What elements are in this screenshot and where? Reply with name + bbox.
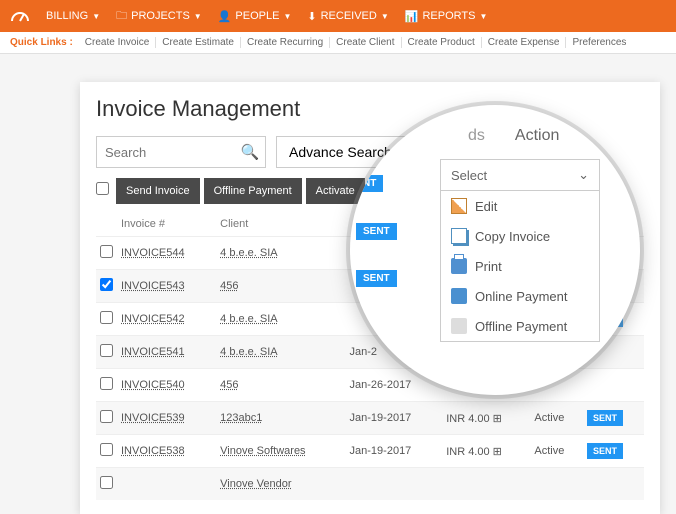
invoice-link[interactable]: INVOICE540 <box>121 379 185 391</box>
row-checkbox[interactable] <box>100 476 113 489</box>
col-invoice: Invoice # <box>117 212 216 237</box>
dropdown-item-label: Offline Payment <box>475 319 567 334</box>
col-client: Client <box>216 212 345 237</box>
nav-billing[interactable]: BILLING▼ <box>38 10 108 22</box>
row-checkbox[interactable] <box>100 410 113 423</box>
offline-payment-icon <box>451 318 467 334</box>
date-cell: Jan-19-2017 <box>346 435 443 468</box>
dropdown-toggle[interactable]: Select⌄ <box>441 160 599 191</box>
date-cell: Jan-19-2017 <box>346 402 443 435</box>
copy-icon <box>451 228 467 244</box>
search-icon[interactable]: 🔍 <box>235 143 265 161</box>
dropdown-item-label: Print <box>475 259 502 274</box>
invoice-link[interactable]: INVOICE541 <box>121 346 185 358</box>
search-box: 🔍 <box>96 136 266 168</box>
edit-icon <box>451 198 467 214</box>
invoice-link[interactable]: INVOICE539 <box>121 412 185 424</box>
status-cell: Active <box>530 435 583 468</box>
search-input[interactable] <box>97 145 235 160</box>
chart-icon: 📊 <box>405 10 419 23</box>
page-title: Invoice Management <box>96 96 644 122</box>
status-badge: SENT <box>587 443 623 459</box>
offline-payment-button[interactable]: Offline Payment <box>204 178 302 204</box>
nav-projects[interactable]: 🗀PROJECTS▼ <box>108 7 210 26</box>
client-link[interactable]: Vinove Softwares <box>220 445 305 457</box>
row-checkbox[interactable] <box>100 344 113 357</box>
dropdown-item[interactable]: Copy Invoice <box>441 221 599 251</box>
ql-preferences[interactable]: Preferences <box>566 37 632 48</box>
ql-create-product[interactable]: Create Product <box>402 37 482 48</box>
row-checkbox[interactable] <box>100 377 113 390</box>
online-payment-icon <box>451 288 467 304</box>
table-row: INVOICE538 Vinove Softwares Jan-19-2017INR… <box>96 435 644 468</box>
amount-cell <box>442 468 530 501</box>
send-invoice-button[interactable]: Send Invoice <box>116 178 200 204</box>
dashboard-icon[interactable] <box>10 9 30 23</box>
date-cell <box>346 468 443 501</box>
status-badge: SENT <box>356 223 397 240</box>
status-badge: NT <box>356 175 383 192</box>
person-icon: 👤 <box>218 10 232 23</box>
client-link[interactable]: 456 <box>220 280 238 292</box>
ql-create-invoice[interactable]: Create Invoice <box>79 37 156 48</box>
dropdown-item-label: Online Payment <box>475 289 568 304</box>
table-row: INVOICE539 123abc1 Jan-19-2017INR 4.00 ⊞Ac… <box>96 402 644 435</box>
nav-received[interactable]: ⬇RECEIVED▼ <box>299 10 396 23</box>
client-link[interactable]: 4 b.e.e. SIA <box>220 313 277 325</box>
row-checkbox[interactable] <box>100 443 113 456</box>
row-checkbox[interactable] <box>100 245 113 258</box>
quick-links-label: Quick Links : <box>10 37 73 48</box>
amount-cell: INR 4.00 ⊞ <box>442 435 530 468</box>
print-icon <box>451 258 467 274</box>
chevron-down-icon: ⌄ <box>578 167 589 183</box>
select-all-checkbox[interactable] <box>96 182 109 195</box>
client-link[interactable]: 4 b.e.e. SIA <box>220 346 277 358</box>
row-checkbox[interactable] <box>100 278 113 291</box>
invoice-link[interactable]: INVOICE543 <box>121 280 185 292</box>
client-link[interactable]: 123abc1 <box>220 412 262 424</box>
client-link[interactable]: 4 b.e.e. SIA <box>220 247 277 259</box>
row-checkbox[interactable] <box>100 311 113 324</box>
dropdown-item[interactable]: Edit <box>441 191 599 221</box>
status-badge: SENT <box>587 410 623 426</box>
status-cell: Active <box>530 402 583 435</box>
folder-icon: 🗀 <box>116 7 127 26</box>
dropdown-item-label: Copy Invoice <box>475 229 550 244</box>
table-row: Vinove Vendor <box>96 468 644 501</box>
dropdown-item[interactable]: Print <box>441 251 599 281</box>
nav-people[interactable]: 👤PEOPLE▼ <box>210 10 300 23</box>
dropdown-item[interactable]: Offline Payment <box>441 311 599 341</box>
action-dropdown: Select⌄ Edit Copy Invoice Print Online Paym… <box>440 159 600 342</box>
top-nav: BILLING▼ 🗀PROJECTS▼ 👤PEOPLE▼ ⬇RECEIVED▼ … <box>0 0 676 32</box>
ql-create-expense[interactable]: Create Expense <box>482 37 567 48</box>
ql-create-client[interactable]: Create Client <box>330 37 401 48</box>
invoice-link[interactable]: INVOICE542 <box>121 313 185 325</box>
quick-links-bar: Quick Links : Create Invoice Create Esti… <box>0 32 676 54</box>
ql-create-estimate[interactable]: Create Estimate <box>156 37 241 48</box>
client-link[interactable]: Vinove Vendor <box>220 478 291 490</box>
dropdown-item-label: Edit <box>475 199 497 214</box>
invoice-link[interactable]: INVOICE538 <box>121 445 185 457</box>
zoom-lens: NT SENT SENT dsAction Select⌄ EditCopy I… <box>350 105 640 395</box>
status-cell <box>530 468 583 501</box>
ql-create-recurring[interactable]: Create Recurring <box>241 37 330 48</box>
amount-cell: INR 4.00 ⊞ <box>442 402 530 435</box>
client-link[interactable]: 456 <box>220 379 238 391</box>
status-badge: SENT <box>356 270 397 287</box>
nav-reports[interactable]: 📊REPORTS▼ <box>397 10 496 23</box>
download-icon: ⬇ <box>307 10 316 23</box>
dropdown-item[interactable]: Online Payment <box>441 281 599 311</box>
invoice-link[interactable]: INVOICE544 <box>121 247 185 259</box>
